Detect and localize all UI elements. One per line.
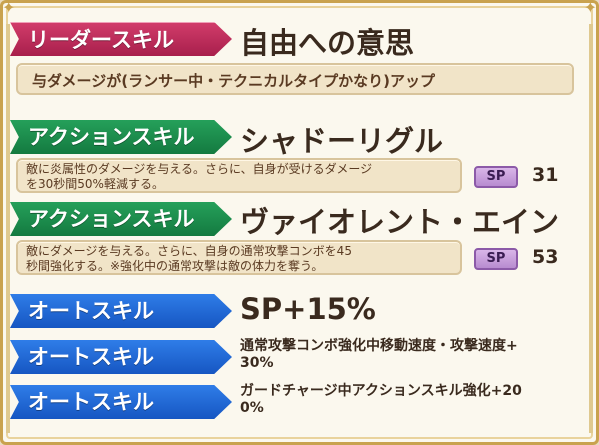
auto-skill-title: SP+15% (240, 292, 376, 326)
action-skill-banner: アクションスキル (10, 202, 232, 236)
action-skill-description: 敵にダメージを与える。さらに、自身の通常攻撃コンボを45 秒間強化する。※強化中… (16, 240, 462, 275)
frame-right-rail (589, 24, 593, 433)
action-skill-description: 敵に炎属性のダメージを与える。さらに、自身が受けるダメージ を30秒間50%軽減… (16, 158, 462, 193)
leader-skill-title: 自由への意思 (240, 26, 415, 60)
action-skill-label: アクションスキル (28, 125, 195, 149)
auto-skill-text: 通常攻撃コンボ強化中移動速度・攻撃速度+ 30% (240, 338, 518, 372)
action-skill-title: シャドーリグル (240, 124, 444, 158)
auto-skill-label: オートスキル (28, 299, 154, 323)
auto-skill-text: ガードチャージ中アクションスキル強化+20 0% (240, 383, 522, 417)
auto-skill-banner: オートスキル (10, 340, 232, 374)
auto-skill-banner: オートスキル (10, 294, 232, 328)
auto-skill-text-line: 0% (240, 400, 264, 416)
auto-skill-text-line: ガードチャージ中アクションスキル強化+20 (240, 383, 522, 399)
corner-ornament-icon: ✦ (2, 0, 16, 17)
leader-skill-banner: リーダースキル (10, 22, 232, 56)
description-line: 敵に炎属性のダメージを与える。さらに、自身が受けるダメージ (26, 162, 373, 176)
description-line: を30秒間50%軽減する。 (26, 177, 164, 191)
action-skill-banner: アクションスキル (10, 120, 232, 154)
leader-skill-description-text: 与ダメージが(ランサー中・テクニカルタイプかなり)アップ (32, 72, 435, 90)
description-line: 秒間強化する。※強化中の通常攻撃は敵の体力を奪う。 (26, 259, 324, 273)
auto-skill-label: オートスキル (28, 345, 154, 369)
sp-cost-value: 31 (532, 164, 559, 186)
corner-ornament-icon: ✦ (583, 0, 597, 17)
sp-cost-value: 53 (532, 246, 559, 268)
auto-skill-label: オートスキル (28, 390, 154, 414)
leader-skill-label: リーダースキル (28, 28, 174, 52)
description-line: 敵にダメージを与える。さらに、自身の通常攻撃コンボを45 (26, 244, 352, 258)
action-skill-title: ヴァイオレント・エイン (240, 205, 560, 239)
frame-left-rail (6, 24, 10, 433)
auto-skill-text-line: 30% (240, 355, 274, 371)
leader-skill-description: 与ダメージが(ランサー中・テクニカルタイプかなり)アップ (16, 63, 574, 95)
action-skill-label: アクションスキル (28, 207, 195, 231)
auto-skill-text-line: 通常攻撃コンボ強化中移動速度・攻撃速度+ (240, 338, 518, 354)
sp-badge: SP (474, 248, 518, 270)
sp-badge: SP (474, 166, 518, 188)
auto-skill-banner: オートスキル (10, 385, 232, 419)
